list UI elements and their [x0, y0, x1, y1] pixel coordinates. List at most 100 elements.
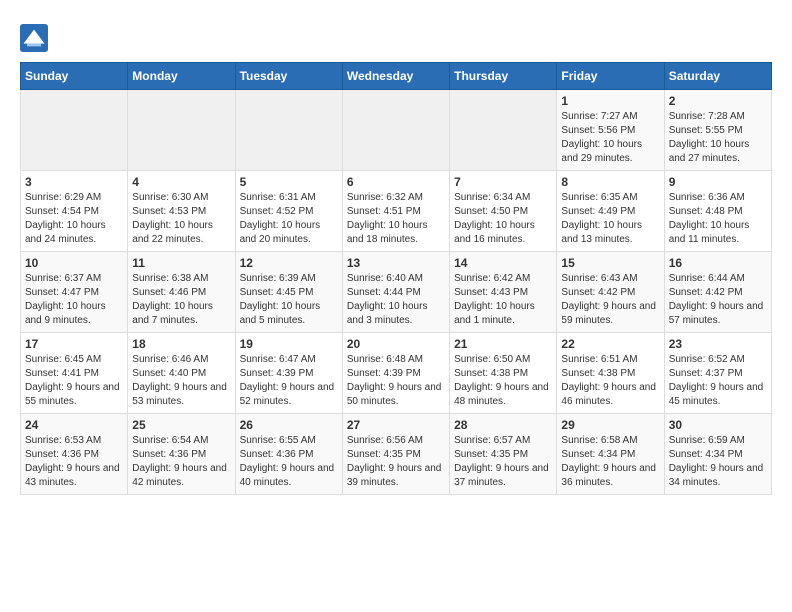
day-number: 14	[454, 256, 552, 270]
day-cell: 26 Sunrise: 6:55 AM Sunset: 4:36 PM Dayli…	[235, 414, 342, 495]
day-cell: 1 Sunrise: 7:27 AM Sunset: 5:56 PM Daylig…	[557, 90, 664, 171]
day-cell: 11Sunrise: 6:38 AM Sunset: 4:46 PM Dayli…	[128, 252, 235, 333]
day-info: Sunrise: 6:45 AM Sunset: 4:41 PM Dayligh…	[25, 353, 123, 409]
day-info: Sunrise: 6:32 AM Sunset: 4:51 PM Dayligh…	[347, 191, 445, 247]
day-info: Sunrise: 6:53 AM Sunset: 4:36 PM Dayligh…	[25, 434, 123, 490]
day-number: 17	[25, 337, 123, 351]
day-info: Sunrise: 6:56 AM Sunset: 4:35 PM Dayligh…	[347, 434, 445, 490]
day-number: 10	[25, 256, 123, 270]
day-info: Sunrise: 6:54 AM Sunset: 4:36 PM Dayligh…	[132, 434, 230, 490]
day-number: 8	[561, 175, 659, 189]
day-number: 24	[25, 418, 123, 432]
day-number: 6	[347, 175, 445, 189]
day-info: Sunrise: 6:37 AM Sunset: 4:47 PM Dayligh…	[25, 272, 123, 328]
day-cell	[128, 90, 235, 171]
day-info: Sunrise: 6:39 AM Sunset: 4:45 PM Dayligh…	[240, 272, 338, 328]
week-row-3: 10 Sunrise: 6:37 AM Sunset: 4:47 PM Dayli…	[21, 252, 772, 333]
weekday-header-sunday: Sunday	[21, 63, 128, 90]
day-number: 20	[347, 337, 445, 351]
day-info: Sunrise: 6:48 AM Sunset: 4:39 PM Dayligh…	[347, 353, 445, 409]
day-number: 9	[669, 175, 767, 189]
day-cell: 27 Sunrise: 6:56 AM Sunset: 4:35 PM Dayli…	[342, 414, 449, 495]
day-number: 25	[132, 418, 230, 432]
day-cell: 18 Sunrise: 6:46 AM Sunset: 4:40 PM Dayli…	[128, 333, 235, 414]
day-info: Sunrise: 6:30 AM Sunset: 4:53 PM Dayligh…	[132, 191, 230, 247]
day-cell: 9Sunrise: 6:36 AM Sunset: 4:48 PM Daylig…	[664, 171, 771, 252]
day-info: Sunrise: 6:29 AM Sunset: 4:54 PM Dayligh…	[25, 191, 123, 247]
day-cell: 22Sunrise: 6:51 AM Sunset: 4:38 PM Dayli…	[557, 333, 664, 414]
day-cell	[21, 90, 128, 171]
day-number: 4	[132, 175, 230, 189]
calendar-header: SundayMondayTuesdayWednesdayThursdayFrid…	[21, 63, 772, 90]
day-number: 27	[347, 418, 445, 432]
day-info: Sunrise: 6:44 AM Sunset: 4:42 PM Dayligh…	[669, 272, 767, 328]
logo-icon	[20, 24, 48, 52]
day-number: 12	[240, 256, 338, 270]
day-number: 16	[669, 256, 767, 270]
day-number: 11	[132, 256, 230, 270]
calendar-table: SundayMondayTuesdayWednesdayThursdayFrid…	[20, 62, 772, 495]
day-cell: 21 Sunrise: 6:50 AM Sunset: 4:38 PM Dayli…	[450, 333, 557, 414]
weekday-row: SundayMondayTuesdayWednesdayThursdayFrid…	[21, 63, 772, 90]
weekday-header-monday: Monday	[128, 63, 235, 90]
weekday-header-tuesday: Tuesday	[235, 63, 342, 90]
week-row-1: 1 Sunrise: 7:27 AM Sunset: 5:56 PM Daylig…	[21, 90, 772, 171]
day-info: Sunrise: 6:59 AM Sunset: 4:34 PM Dayligh…	[669, 434, 767, 490]
day-info: Sunrise: 6:34 AM Sunset: 4:50 PM Dayligh…	[454, 191, 552, 247]
weekday-header-wednesday: Wednesday	[342, 63, 449, 90]
day-cell: 6 Sunrise: 6:32 AM Sunset: 4:51 PM Daylig…	[342, 171, 449, 252]
weekday-header-friday: Friday	[557, 63, 664, 90]
day-cell: 16 Sunrise: 6:44 AM Sunset: 4:42 PM Dayli…	[664, 252, 771, 333]
weekday-header-thursday: Thursday	[450, 63, 557, 90]
day-number: 18	[132, 337, 230, 351]
day-info: Sunrise: 6:31 AM Sunset: 4:52 PM Dayligh…	[240, 191, 338, 247]
day-cell: 28 Sunrise: 6:57 AM Sunset: 4:35 PM Dayli…	[450, 414, 557, 495]
day-number: 26	[240, 418, 338, 432]
day-cell	[342, 90, 449, 171]
day-info: Sunrise: 6:58 AM Sunset: 4:34 PM Dayligh…	[561, 434, 659, 490]
day-number: 28	[454, 418, 552, 432]
day-info: Sunrise: 6:50 AM Sunset: 4:38 PM Dayligh…	[454, 353, 552, 409]
day-cell: 30Sunrise: 6:59 AM Sunset: 4:34 PM Dayli…	[664, 414, 771, 495]
day-number: 2	[669, 94, 767, 108]
day-cell: 5 Sunrise: 6:31 AM Sunset: 4:52 PM Daylig…	[235, 171, 342, 252]
day-cell: 10 Sunrise: 6:37 AM Sunset: 4:47 PM Dayli…	[21, 252, 128, 333]
day-cell: 7Sunrise: 6:34 AM Sunset: 4:50 PM Daylig…	[450, 171, 557, 252]
day-info: Sunrise: 6:47 AM Sunset: 4:39 PM Dayligh…	[240, 353, 338, 409]
day-cell: 23Sunrise: 6:52 AM Sunset: 4:37 PM Dayli…	[664, 333, 771, 414]
day-number: 13	[347, 256, 445, 270]
day-number: 15	[561, 256, 659, 270]
day-info: Sunrise: 7:27 AM Sunset: 5:56 PM Dayligh…	[561, 110, 659, 166]
day-number: 22	[561, 337, 659, 351]
day-info: Sunrise: 6:43 AM Sunset: 4:42 PM Dayligh…	[561, 272, 659, 328]
logo	[20, 24, 52, 52]
day-number: 21	[454, 337, 552, 351]
day-cell: 13 Sunrise: 6:40 AM Sunset: 4:44 PM Dayli…	[342, 252, 449, 333]
day-cell: 25 Sunrise: 6:54 AM Sunset: 4:36 PM Dayli…	[128, 414, 235, 495]
day-info: Sunrise: 6:57 AM Sunset: 4:35 PM Dayligh…	[454, 434, 552, 490]
day-cell	[450, 90, 557, 171]
day-cell	[235, 90, 342, 171]
day-cell: 15 Sunrise: 6:43 AM Sunset: 4:42 PM Dayli…	[557, 252, 664, 333]
day-cell: 3 Sunrise: 6:29 AM Sunset: 4:54 PM Daylig…	[21, 171, 128, 252]
day-cell: 4 Sunrise: 6:30 AM Sunset: 4:53 PM Daylig…	[128, 171, 235, 252]
day-info: Sunrise: 6:46 AM Sunset: 4:40 PM Dayligh…	[132, 353, 230, 409]
day-info: Sunrise: 6:55 AM Sunset: 4:36 PM Dayligh…	[240, 434, 338, 490]
day-number: 3	[25, 175, 123, 189]
day-cell: 12 Sunrise: 6:39 AM Sunset: 4:45 PM Dayli…	[235, 252, 342, 333]
day-cell: 20 Sunrise: 6:48 AM Sunset: 4:39 PM Dayli…	[342, 333, 449, 414]
day-info: Sunrise: 7:28 AM Sunset: 5:55 PM Dayligh…	[669, 110, 767, 166]
day-info: Sunrise: 6:40 AM Sunset: 4:44 PM Dayligh…	[347, 272, 445, 328]
week-row-5: 24 Sunrise: 6:53 AM Sunset: 4:36 PM Dayli…	[21, 414, 772, 495]
calendar-body: 1 Sunrise: 7:27 AM Sunset: 5:56 PM Daylig…	[21, 90, 772, 495]
day-cell: 29 Sunrise: 6:58 AM Sunset: 4:34 PM Dayli…	[557, 414, 664, 495]
day-number: 29	[561, 418, 659, 432]
header	[20, 20, 772, 52]
day-number: 5	[240, 175, 338, 189]
day-cell: 14Sunrise: 6:42 AM Sunset: 4:43 PM Dayli…	[450, 252, 557, 333]
day-number: 1	[561, 94, 659, 108]
week-row-2: 3 Sunrise: 6:29 AM Sunset: 4:54 PM Daylig…	[21, 171, 772, 252]
week-row-4: 17 Sunrise: 6:45 AM Sunset: 4:41 PM Dayli…	[21, 333, 772, 414]
day-cell: 24 Sunrise: 6:53 AM Sunset: 4:36 PM Dayli…	[21, 414, 128, 495]
day-cell: 8Sunrise: 6:35 AM Sunset: 4:49 PM Daylig…	[557, 171, 664, 252]
